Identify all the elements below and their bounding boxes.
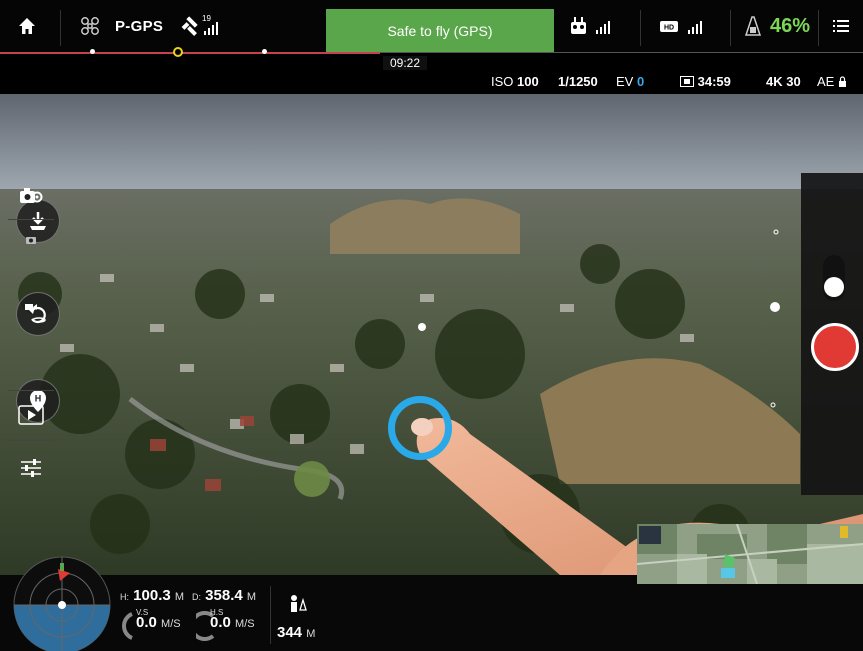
- top-status-bar: P-GPS 19 Safe to fly (GPS) HD 46%: [0, 0, 863, 52]
- playback-icon: [18, 405, 44, 425]
- iso-setting[interactable]: ISO 100: [491, 74, 539, 89]
- camera-settings-icon: [20, 188, 43, 203]
- sliders-icon: [21, 459, 41, 477]
- battery-status[interactable]: 46%: [742, 0, 810, 52]
- flight-timeline: [0, 52, 380, 54]
- minimap[interactable]: [637, 524, 863, 584]
- height-readout: H: 100.3 M: [120, 587, 185, 604]
- return-home-button[interactable]: [16, 292, 60, 336]
- vertical-speed-icon: [122, 612, 133, 640]
- camera-parameters-button[interactable]: [0, 452, 62, 484]
- satellite-count: 19: [202, 14, 211, 23]
- menu-button[interactable]: [833, 0, 853, 52]
- playback-button[interactable]: [0, 401, 62, 429]
- battery-icon: [744, 16, 762, 36]
- gps-signal[interactable]: 19: [180, 0, 228, 52]
- lock-icon: [838, 76, 846, 87]
- aircraft-status[interactable]: [80, 0, 104, 52]
- vertical-speed-readout: V.S 0.0 M/S: [136, 608, 181, 631]
- video-mode-button[interactable]: [0, 300, 62, 314]
- home-icon: [19, 18, 35, 34]
- remote-controller-icon: [571, 17, 610, 34]
- home-button[interactable]: [18, 0, 46, 52]
- record-button[interactable]: [811, 323, 859, 371]
- photo-mode-icon: [26, 237, 36, 244]
- camera-info-bar: ISO 100 1/1250 EV 0 34:59 4K 30 AE: [0, 70, 863, 94]
- flight-status-banner[interactable]: Safe to fly (GPS): [326, 9, 554, 52]
- live-camera-view[interactable]: [0, 94, 863, 575]
- svg-text:HD: HD: [664, 25, 674, 32]
- video-mode-icon: [25, 304, 37, 310]
- toggle-knob[interactable]: [824, 277, 844, 297]
- timeline-marker: [90, 49, 95, 54]
- distance-readout: D: 358.4 M: [192, 587, 257, 604]
- photo-mode-button[interactable]: [0, 232, 62, 248]
- hd-video-signal-icon: HD: [660, 21, 702, 34]
- video-signal[interactable]: HD: [658, 0, 720, 52]
- timeline-marker: [262, 49, 267, 54]
- horizontal-speed-readout: H.S 0.0 M/S: [210, 608, 255, 631]
- auto-exposure-lock[interactable]: AE: [817, 74, 847, 89]
- shutter-speed[interactable]: 1/1250: [558, 74, 598, 89]
- timeline-current-marker: [173, 47, 183, 57]
- flight-mode-label[interactable]: P-GPS: [115, 0, 163, 52]
- aircraft-icon: [81, 17, 99, 35]
- attitude-radar[interactable]: [0, 553, 112, 651]
- remaining-recording-time: 34:59: [680, 74, 731, 89]
- exposure-value[interactable]: EV 0: [616, 74, 644, 89]
- home-distance-icon: [291, 595, 307, 612]
- home-distance-readout: 344 M: [277, 624, 316, 641]
- video-resolution[interactable]: 4K 30: [766, 74, 801, 89]
- storage-icon: [680, 76, 694, 87]
- camera-settings-button[interactable]: [0, 178, 62, 214]
- tap-focus-indicator: [388, 396, 452, 460]
- rc-signal[interactable]: [568, 0, 624, 52]
- flight-time: 09:22: [383, 56, 427, 70]
- menu-icon: [833, 20, 849, 32]
- battery-percent: 46%: [770, 14, 811, 37]
- timeline-track: [380, 52, 863, 53]
